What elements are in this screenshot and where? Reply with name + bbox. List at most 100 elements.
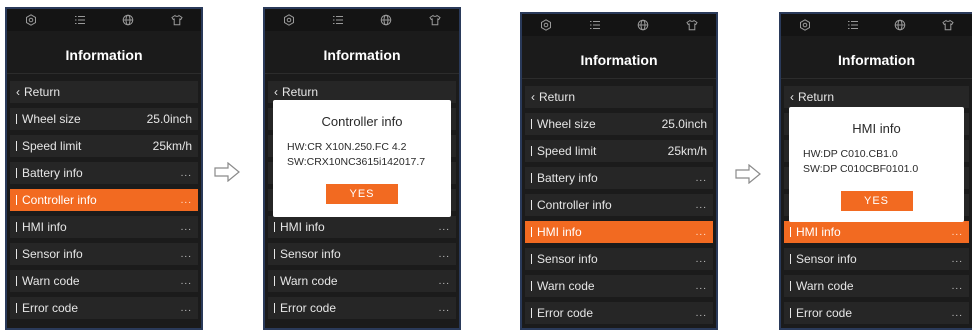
item-marker: [16, 168, 17, 178]
more-icon: ...: [438, 248, 450, 260]
software-version: SW:CRX10NC3615i142017.7: [287, 156, 426, 168]
menu-item-wheel-size[interactable]: Wheel size 25.0inch: [10, 108, 198, 130]
menu-item-label: Wheel size: [22, 112, 81, 126]
software-version: SW:DP C010CBF0101.0: [803, 163, 919, 175]
page-title: Information: [781, 42, 972, 79]
more-icon: ...: [951, 253, 963, 265]
top-bar: [522, 14, 716, 36]
menu-item-hmi-info[interactable]: HMI info...: [10, 216, 198, 238]
item-marker: [531, 200, 532, 210]
menu-item-sensor-info[interactable]: Sensor info...: [268, 243, 456, 265]
list-icon[interactable]: [846, 18, 860, 32]
yes-button[interactable]: YES: [326, 184, 398, 204]
menu-item-label: HMI info: [796, 225, 841, 239]
chevron-left-icon: ‹: [16, 85, 20, 99]
info-dialog: Controller info HW:CR X10N.250.FC 4.2 SW:C…: [273, 100, 451, 217]
chevron-left-icon: ‹: [790, 90, 794, 104]
menu-item-label: Sensor info: [796, 252, 857, 266]
more-icon: ...: [695, 226, 707, 238]
menu-item-label: Return: [798, 90, 835, 104]
menu-item-warn-code[interactable]: Warn code...: [10, 270, 198, 292]
item-marker: [274, 276, 275, 286]
menu-item-hmi-info[interactable]: HMI info...: [525, 221, 713, 243]
globe-icon[interactable]: [893, 18, 907, 32]
return-button[interactable]: ‹ Return: [525, 86, 713, 108]
menu-item-battery-info[interactable]: Battery info...: [525, 167, 713, 189]
more-icon: ...: [180, 221, 192, 233]
item-marker: [790, 254, 791, 264]
item-marker: [16, 114, 17, 124]
more-icon: ...: [951, 307, 963, 319]
menu-item-value: 25km/h: [152, 139, 192, 153]
chevron-left-icon: ‹: [531, 90, 535, 104]
screen-3: Information ‹ Return Wheel size 25.0inch Spee…: [520, 12, 718, 330]
settings-icon[interactable]: [282, 13, 296, 27]
menu-item-speed-limit[interactable]: Speed limit 25km/h: [525, 140, 713, 162]
list-icon[interactable]: [588, 18, 602, 32]
shirt-icon[interactable]: [428, 13, 442, 27]
screen-1: Information ‹ Return Wheel size 25.0inch Spee…: [5, 7, 203, 330]
menu-item-hmi-info[interactable]: HMI info...: [784, 221, 969, 243]
menu-item-controller-info[interactable]: Controller info...: [525, 194, 713, 216]
settings-icon[interactable]: [24, 13, 38, 27]
globe-icon[interactable]: [121, 13, 135, 27]
more-icon: ...: [438, 275, 450, 287]
menu-item-label: HMI info: [280, 220, 325, 234]
menu-item-label: Return: [539, 90, 576, 104]
arrow-right-icon: [735, 164, 761, 184]
menu-item-label: Error code: [280, 301, 337, 315]
item-marker: [790, 281, 791, 291]
shirt-icon[interactable]: [170, 13, 184, 27]
menu-item-error-code[interactable]: Error code...: [525, 302, 713, 324]
shirt-icon[interactable]: [941, 18, 955, 32]
menu-item-error-code[interactable]: Error code...: [784, 302, 969, 324]
item-marker: [16, 141, 17, 151]
menu-item-label: HMI info: [22, 220, 67, 234]
more-icon: ...: [951, 226, 963, 238]
menu-item-warn-code[interactable]: Warn code...: [268, 270, 456, 292]
menu-item-error-code[interactable]: Error code...: [268, 297, 456, 319]
shirt-icon[interactable]: [685, 18, 699, 32]
globe-icon[interactable]: [636, 18, 650, 32]
settings-icon[interactable]: [798, 18, 812, 32]
menu-item-speed-limit[interactable]: Speed limit 25km/h: [10, 135, 198, 157]
item-marker: [16, 249, 17, 259]
more-icon: ...: [695, 172, 707, 184]
more-icon: ...: [695, 253, 707, 265]
menu-item-label: Controller info: [22, 193, 97, 207]
yes-button[interactable]: YES: [840, 191, 913, 211]
top-bar: [7, 9, 201, 31]
list-icon[interactable]: [331, 13, 345, 27]
chevron-left-icon: ‹: [274, 85, 278, 99]
item-marker: [531, 119, 532, 129]
menu-item-warn-code[interactable]: Warn code...: [525, 275, 713, 297]
more-icon: ...: [695, 199, 707, 211]
menu-item-sensor-info[interactable]: Sensor info...: [525, 248, 713, 270]
menu-item-label: Battery info: [537, 171, 598, 185]
menu-item-sensor-info[interactable]: Sensor info...: [10, 243, 198, 265]
menu-item-controller-info[interactable]: Controller info...: [10, 189, 198, 211]
item-marker: [274, 303, 275, 313]
list-icon[interactable]: [73, 13, 87, 27]
more-icon: ...: [951, 280, 963, 292]
more-icon: ...: [180, 167, 192, 179]
menu-item-battery-info[interactable]: Battery info...: [10, 162, 198, 184]
top-bar: [265, 9, 459, 31]
more-icon: ...: [180, 302, 192, 314]
menu-item-value: 25km/h: [667, 144, 707, 158]
menu-item-wheel-size[interactable]: Wheel size 25.0inch: [525, 113, 713, 135]
menu-item-error-code[interactable]: Error code...: [10, 297, 198, 319]
item-marker: [531, 227, 532, 237]
globe-icon[interactable]: [379, 13, 393, 27]
menu-item-label: Sensor info: [537, 252, 598, 266]
settings-icon[interactable]: [539, 18, 553, 32]
menu-item-hmi-info[interactable]: HMI info...: [268, 216, 456, 238]
menu-item-label: Warn code: [280, 274, 338, 288]
menu-item-label: Error code: [796, 306, 853, 320]
menu-item-sensor-info[interactable]: Sensor info...: [784, 248, 969, 270]
menu-item-label: Controller info: [537, 198, 612, 212]
return-button[interactable]: ‹ Return: [784, 86, 969, 108]
menu-item-label: Error code: [537, 306, 594, 320]
return-button[interactable]: ‹ Return: [10, 81, 198, 103]
menu-item-warn-code[interactable]: Warn code...: [784, 275, 969, 297]
